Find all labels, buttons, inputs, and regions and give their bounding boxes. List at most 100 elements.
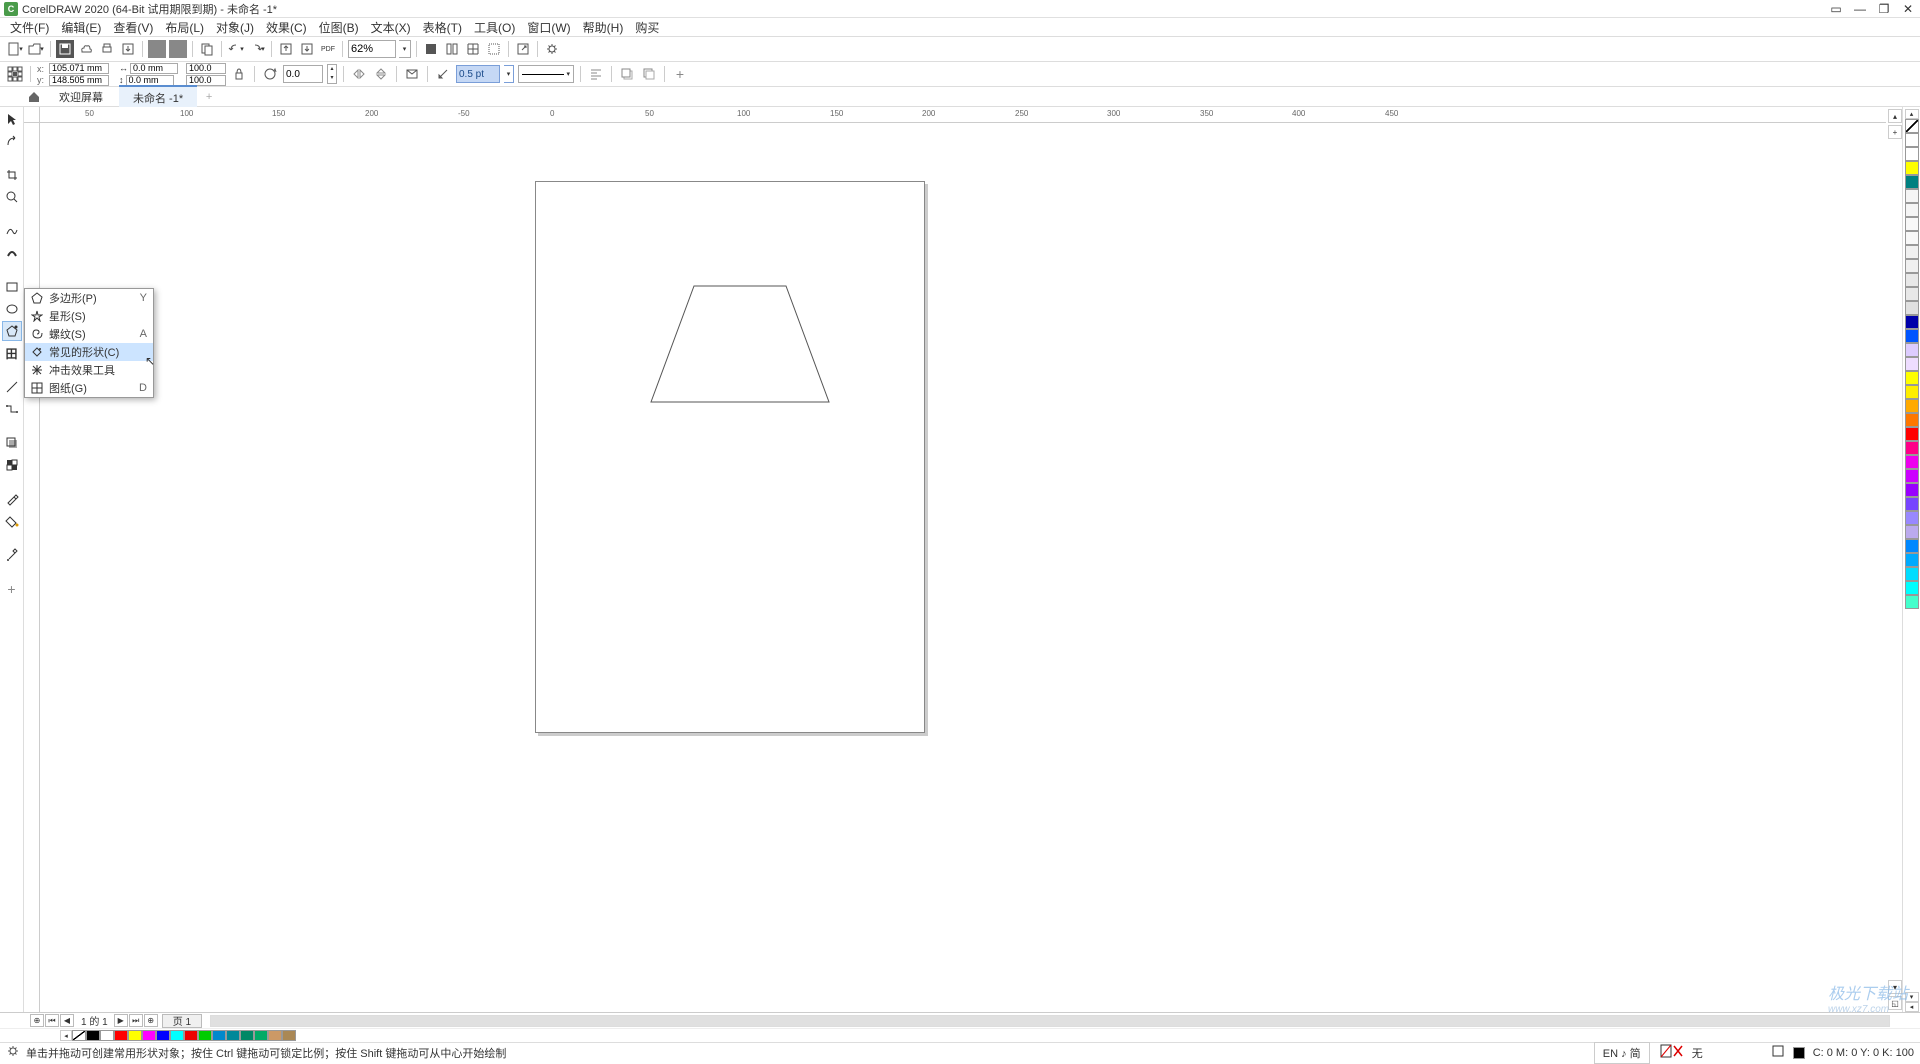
home-tab-icon[interactable]	[25, 88, 43, 106]
menu-window[interactable]: 窗口(W)	[521, 17, 576, 38]
menu-buy[interactable]: 购买	[629, 17, 665, 38]
color-swatch[interactable]	[268, 1030, 282, 1041]
page-tab[interactable]: 页 1	[162, 1014, 202, 1028]
outline-width-input[interactable]	[456, 65, 500, 83]
color-swatch[interactable]	[1905, 399, 1919, 413]
scroll-down-button[interactable]: ▾	[1888, 980, 1902, 994]
color-swatch[interactable]	[1905, 469, 1919, 483]
page-prev-button[interactable]: ◀	[60, 1014, 74, 1027]
color-swatch[interactable]	[1905, 301, 1919, 315]
guides-button[interactable]	[485, 40, 503, 58]
ellipse-tool[interactable]	[2, 299, 22, 319]
pdf-button[interactable]: PDF	[319, 40, 337, 58]
publish2-button[interactable]	[169, 40, 187, 58]
color-swatch[interactable]	[1905, 147, 1919, 161]
redo-button[interactable]: ▾	[248, 40, 266, 58]
color-swatch[interactable]	[1905, 483, 1919, 497]
flyout-star[interactable]: 星形(S)	[25, 307, 153, 325]
color-swatch[interactable]	[1905, 595, 1919, 609]
export2-button[interactable]	[298, 40, 316, 58]
fill-tool[interactable]	[2, 511, 22, 531]
freehand-tool[interactable]	[2, 221, 22, 241]
publish-button[interactable]	[148, 40, 166, 58]
envelope-button[interactable]	[403, 65, 421, 83]
snap-button[interactable]	[443, 40, 461, 58]
menu-tools[interactable]: 工具(O)	[468, 17, 521, 38]
maximize-icon[interactable]: ❐	[1876, 2, 1892, 16]
outline-tool[interactable]	[2, 545, 22, 565]
x-input[interactable]	[49, 63, 109, 74]
options-button[interactable]	[543, 40, 561, 58]
menu-table[interactable]: 表格(T)	[417, 17, 468, 38]
page-next-button[interactable]: ▶	[114, 1014, 128, 1027]
color-swatch[interactable]	[100, 1030, 114, 1041]
color-swatch[interactable]	[1905, 161, 1919, 175]
swatch-left-button[interactable]: ◂	[60, 1030, 72, 1041]
open-button[interactable]: ▾	[27, 40, 45, 58]
color-swatch[interactable]	[86, 1030, 100, 1041]
minimize-icon[interactable]: —	[1852, 2, 1868, 16]
color-swatch[interactable]	[1905, 273, 1919, 287]
zoom-input[interactable]	[348, 40, 396, 58]
color-swatch[interactable]	[156, 1030, 170, 1041]
color-swatch[interactable]	[142, 1030, 156, 1041]
menu-layout[interactable]: 布局(L)	[159, 17, 210, 38]
color-swatch[interactable]	[1905, 385, 1919, 399]
color-swatch[interactable]	[1905, 371, 1919, 385]
color-swatch[interactable]	[1905, 441, 1919, 455]
no-fill-swatch[interactable]	[1905, 119, 1919, 133]
color-swatch[interactable]	[1905, 567, 1919, 581]
launch-button[interactable]	[514, 40, 532, 58]
customize-button[interactable]: +	[2, 579, 22, 599]
flyout-impact[interactable]: 冲击效果工具	[25, 361, 153, 379]
line-style-dropdown[interactable]: ▾	[518, 65, 574, 83]
color-swatch[interactable]	[240, 1030, 254, 1041]
navigator-button[interactable]: ◱	[1888, 996, 1902, 1010]
flyout-spiral[interactable]: 螺纹(S) A	[25, 325, 153, 343]
page-first-button[interactable]: ⏮	[45, 1014, 59, 1027]
menu-effects[interactable]: 效果(C)	[260, 17, 313, 38]
lock-ratio-button[interactable]	[230, 65, 248, 83]
zoom-tool[interactable]	[2, 187, 22, 207]
scroll-up-button[interactable]: ▴	[1888, 109, 1902, 123]
color-swatch[interactable]	[226, 1030, 240, 1041]
color-swatch[interactable]	[282, 1030, 296, 1041]
color-swatch[interactable]	[1905, 427, 1919, 441]
copy-button[interactable]	[198, 40, 216, 58]
mirror-h-button[interactable]	[350, 65, 368, 83]
color-swatch[interactable]	[1905, 259, 1919, 273]
page-add2-button[interactable]: ⊕	[144, 1014, 158, 1027]
flyout-common-shapes[interactable]: 常见的形状(C)	[25, 343, 153, 361]
close-icon[interactable]: ✕	[1900, 2, 1916, 16]
flyout-polygon[interactable]: 多边形(P) Y	[25, 289, 153, 307]
object-origin-button[interactable]	[6, 65, 24, 83]
color-swatch[interactable]	[1905, 455, 1919, 469]
palette-flyout-button[interactable]: ◂	[1905, 1002, 1919, 1012]
color-swatch[interactable]	[1905, 329, 1919, 343]
palette-down-button[interactable]: ▾	[1905, 992, 1919, 1002]
ruler-corner[interactable]	[24, 107, 40, 123]
vertical-ruler[interactable]	[24, 123, 40, 1012]
color-swatch[interactable]	[1905, 357, 1919, 371]
color-swatch[interactable]	[1905, 175, 1919, 189]
color-swatch[interactable]	[1905, 343, 1919, 357]
no-fill-swatch-bottom[interactable]	[72, 1030, 86, 1041]
transparency-tool[interactable]	[2, 455, 22, 475]
color-swatch[interactable]	[114, 1030, 128, 1041]
add-button[interactable]: +	[671, 65, 689, 83]
nav-plus-button[interactable]: +	[1888, 125, 1902, 139]
menu-object[interactable]: 对象(J)	[210, 17, 260, 38]
eyedropper-tool[interactable]	[2, 489, 22, 509]
to-back-button[interactable]	[640, 65, 658, 83]
document-tab[interactable]: 未命名 -1*	[119, 85, 197, 109]
color-swatch[interactable]	[1905, 203, 1919, 217]
color-swatch[interactable]	[1905, 245, 1919, 259]
color-swatch[interactable]	[1905, 217, 1919, 231]
fullscreen-button[interactable]	[422, 40, 440, 58]
pick-tool[interactable]	[2, 109, 22, 129]
color-swatch[interactable]	[1905, 581, 1919, 595]
color-swatch[interactable]	[1905, 413, 1919, 427]
print-button[interactable]	[98, 40, 116, 58]
color-swatch[interactable]	[128, 1030, 142, 1041]
window-help-icon[interactable]: ▭	[1828, 2, 1844, 16]
